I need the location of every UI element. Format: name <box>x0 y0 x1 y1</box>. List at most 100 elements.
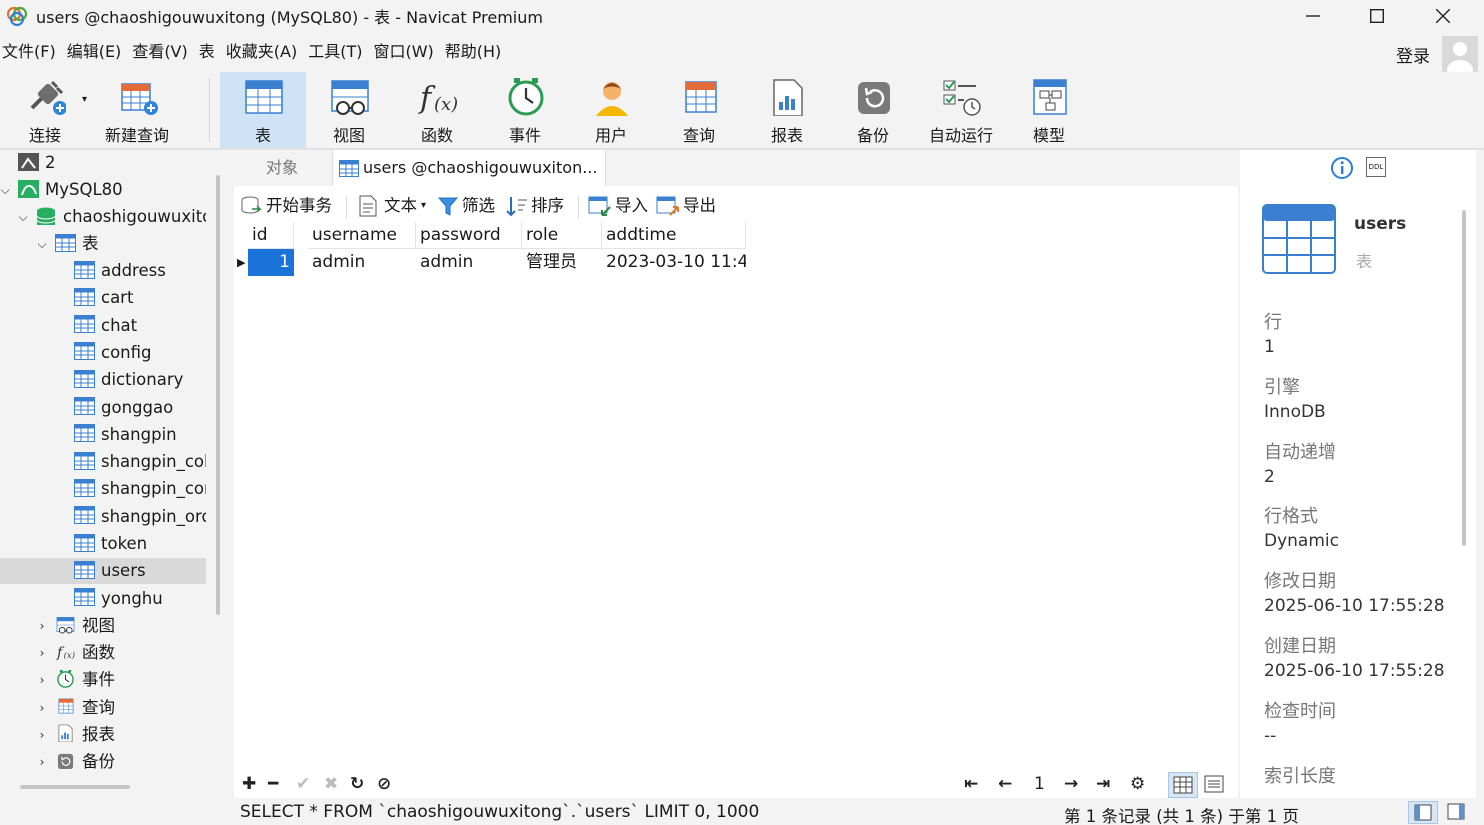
grid-cell-id[interactable]: 1 <box>248 249 294 276</box>
tree-table-shangpin_collection[interactable]: shangpin_collection <box>0 449 206 475</box>
tree-table-config[interactable]: config <box>0 340 206 366</box>
column-header-id[interactable]: id <box>248 222 294 249</box>
toolbar-report-button[interactable]: 报表 <box>744 72 830 148</box>
tree-table-cart[interactable]: cart <box>0 285 206 311</box>
toolbar-view-button[interactable]: 视图 <box>306 72 392 148</box>
info-button[interactable] <box>1330 156 1354 184</box>
tab-users[interactable]: users @chaoshigouwuxiton... <box>332 150 606 186</box>
column-header-addtime[interactable]: addtime <box>602 222 746 249</box>
add-record-button[interactable]: ✚ <box>242 774 256 794</box>
grid-cell-role[interactable]: 管理员 <box>522 249 602 276</box>
table-icon <box>74 342 95 361</box>
tree-table-chat[interactable]: chat <box>0 313 206 339</box>
tree-table-yonghu[interactable]: yonghu <box>0 586 206 612</box>
sort-button[interactable]: 排序 <box>506 194 564 218</box>
ddl-icon[interactable]: DDL <box>1366 157 1386 177</box>
begin-transaction-button[interactable]: 开始事务 <box>240 194 332 218</box>
chevron-right-icon[interactable]: › <box>35 640 49 666</box>
toggle-sidebar-button[interactable] <box>1408 801 1438 824</box>
tree-table-dictionary[interactable]: dictionary <box>0 367 206 393</box>
chevron-down-icon[interactable]: ⌵ <box>35 231 49 257</box>
tree-tables-folder[interactable]: ⌵ 表 <box>0 231 206 257</box>
chevron-down-icon[interactable]: ⌵ <box>16 204 30 230</box>
tree-folder-backup[interactable]: › 备份 <box>0 749 206 775</box>
sidebar-scrollbar[interactable] <box>216 175 220 615</box>
column-header-role[interactable]: role <box>522 222 602 249</box>
export-button[interactable]: 导出 <box>656 194 716 218</box>
info-prop-value: 2025-06-10 17:55:28 <box>1264 596 1445 617</box>
tree-folder-function[interactable]: › f (x) 函数 <box>0 640 206 666</box>
refresh-button[interactable]: ↻ <box>350 774 364 794</box>
menu-item-3[interactable]: 表 <box>199 38 215 66</box>
menu-item-6[interactable]: 窗口(W) <box>373 38 433 66</box>
delete-record-button[interactable]: ━ <box>268 774 278 794</box>
tree-database[interactable]: ⌵ chaoshigouwuxitong <box>0 204 206 230</box>
filter-button[interactable]: 筛选 <box>438 194 495 218</box>
avatar[interactable] <box>1442 36 1478 72</box>
tree-folder-report[interactable]: › 报表 <box>0 722 206 748</box>
stop-button[interactable]: ⊘ <box>377 774 391 794</box>
tree-folder-clock[interactable]: › 事件 <box>0 667 206 693</box>
prev-page-button[interactable]: ← <box>998 774 1012 794</box>
chevron-right-icon[interactable]: › <box>35 722 49 748</box>
tree-folder-query[interactable]: › 查询 <box>0 695 206 721</box>
import-button[interactable]: 导入 <box>588 194 648 218</box>
last-page-button[interactable]: ⇥ <box>1096 774 1110 794</box>
next-page-button[interactable]: → <box>1064 774 1078 794</box>
sidebar-hscrollbar[interactable] <box>20 785 130 789</box>
chevron-right-icon[interactable]: › <box>35 667 49 693</box>
menu-item-0[interactable]: 文件(F) <box>2 38 56 66</box>
column-header-password[interactable]: password <box>416 222 522 249</box>
grid-cell-password[interactable]: admin <box>416 249 522 276</box>
settings-gear-icon[interactable]: ⚙ <box>1130 774 1145 794</box>
apply-button[interactable]: ✔ <box>296 774 310 794</box>
toolbar-clock-button[interactable]: 事件 <box>482 72 568 148</box>
discard-button[interactable]: ✖ <box>324 774 338 794</box>
tree-table-shangpin_commentback[interactable]: shangpin_commentback <box>0 476 206 502</box>
tree-table-shangpin_order[interactable]: shangpin_order <box>0 504 206 530</box>
toolbar-new-query-button[interactable]: 新建查询 <box>94 72 180 148</box>
subtoolbar-divider <box>578 196 579 218</box>
first-page-button[interactable]: ⇤ <box>964 774 978 794</box>
chevron-down-icon[interactable]: ⌵ <box>0 177 12 203</box>
info-scrollbar[interactable] <box>1462 210 1466 546</box>
page-number[interactable]: 1 <box>1034 774 1045 794</box>
column-header-username[interactable]: username <box>308 222 416 249</box>
tree-folder-view[interactable]: › 视图 <box>0 613 206 639</box>
tree-connection-mysql80[interactable]: ⌵ MySQL80 <box>0 177 206 203</box>
grid-cell-username[interactable]: admin <box>308 249 416 276</box>
toolbar-model-button[interactable]: 模型 <box>1006 72 1092 148</box>
minimize-button[interactable] <box>1282 0 1344 32</box>
tree-table-token[interactable]: token <box>0 531 206 557</box>
close-button[interactable] <box>1412 0 1474 32</box>
chevron-right-icon[interactable]: › <box>35 749 49 775</box>
menu-item-2[interactable]: 查看(V) <box>132 38 187 66</box>
toolbar-user-button[interactable]: 用户 <box>568 72 654 148</box>
tree-table-gonggao[interactable]: gonggao <box>0 395 206 421</box>
login-link[interactable]: 登录 <box>1396 42 1430 67</box>
tree-table-users[interactable]: users <box>0 558 206 585</box>
tree-table-shangpin[interactable]: shangpin <box>0 422 206 448</box>
tab-objects[interactable]: 对象 <box>234 150 330 186</box>
menu-item-4[interactable]: 收藏夹(A) <box>226 38 297 66</box>
toolbar-table-button[interactable]: 表 <box>220 72 306 148</box>
form-view-button[interactable] <box>1200 772 1230 798</box>
toggle-info-button[interactable] <box>1442 801 1472 824</box>
menu-item-7[interactable]: 帮助(H) <box>445 38 502 66</box>
toolbar-auto-run-button[interactable]: 自动运行 <box>918 72 1004 148</box>
tree-root[interactable]: 2 <box>0 150 206 176</box>
maximize-button[interactable] <box>1346 0 1408 32</box>
toolbar-query-button[interactable]: 查询 <box>656 72 742 148</box>
toolbar-function-button[interactable]: f (x) 函数 <box>394 72 480 148</box>
menu-item-1[interactable]: 编辑(E) <box>67 38 122 66</box>
toolbar-backup-button[interactable]: 备份 <box>830 72 916 148</box>
dropdown-arrow-icon[interactable]: ▾ <box>82 94 87 105</box>
chevron-right-icon[interactable]: › <box>35 695 49 721</box>
grid-view-button[interactable] <box>1168 772 1198 798</box>
toolbar-plug-button[interactable]: 连接 ▾ <box>2 72 88 148</box>
text-button[interactable]: 文本 ▾ <box>358 194 426 218</box>
tree-table-address[interactable]: address <box>0 258 206 284</box>
chevron-right-icon[interactable]: › <box>35 613 49 639</box>
menu-item-5[interactable]: 工具(T) <box>308 38 362 66</box>
grid-cell-addtime[interactable]: 2023-03-10 11:4 <box>602 249 746 276</box>
